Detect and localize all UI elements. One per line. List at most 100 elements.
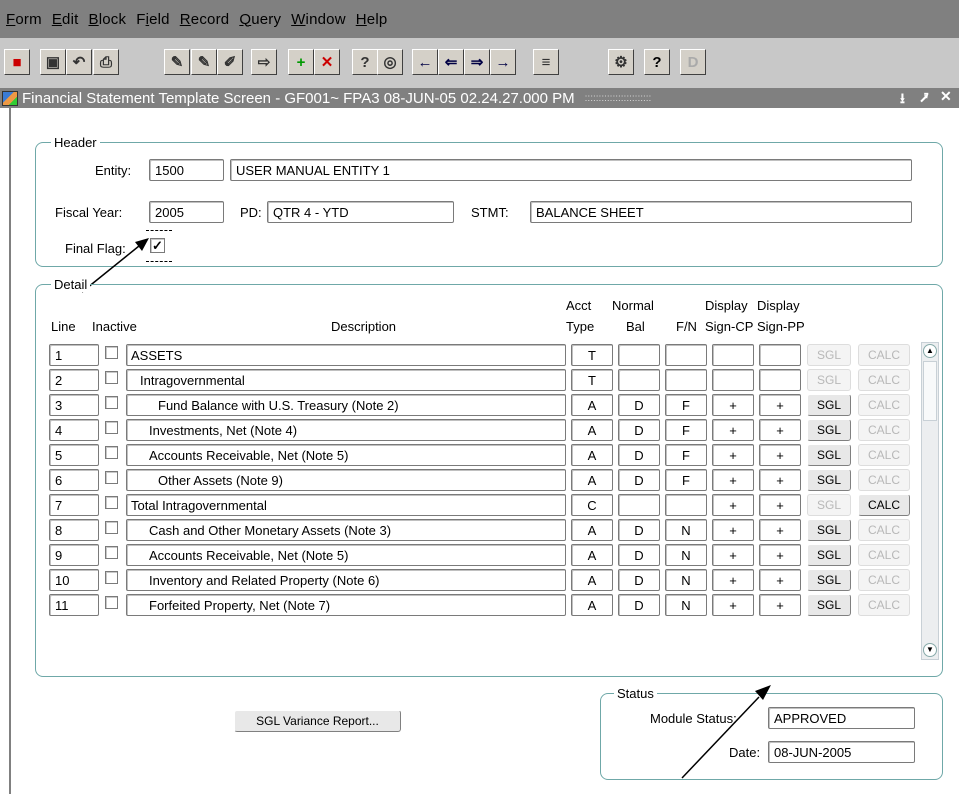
- sgl-button[interactable]: SGL: [807, 444, 851, 466]
- calc-button[interactable]: CALC: [858, 394, 910, 416]
- inactive-checkbox[interactable]: [105, 346, 118, 359]
- line-field[interactable]: 10: [49, 569, 99, 591]
- display-sign-pp-field[interactable]: +: [759, 594, 801, 616]
- pd-field[interactable]: QTR 4 - YTD: [267, 201, 454, 223]
- description-field[interactable]: Accounts Receivable, Net (Note 5): [126, 444, 566, 466]
- calc-button[interactable]: CALC: [858, 469, 910, 491]
- display-sign-cp-field[interactable]: +: [712, 594, 754, 616]
- description-field[interactable]: Accounts Receivable, Net (Note 5): [126, 544, 566, 566]
- fn-field[interactable]: F: [665, 394, 707, 416]
- date-field[interactable]: 08-JUN-2005: [768, 741, 915, 763]
- sgl-button[interactable]: SGL: [807, 519, 851, 541]
- acct-type-field[interactable]: A: [571, 444, 613, 466]
- display-sign-pp-field[interactable]: +: [759, 469, 801, 491]
- description-field[interactable]: Fund Balance with U.S. Treasury (Note 2): [126, 394, 566, 416]
- count-query-icon[interactable]: ◎: [377, 49, 403, 75]
- acct-type-field[interactable]: T: [571, 344, 613, 366]
- fn-field[interactable]: F: [665, 469, 707, 491]
- inactive-checkbox[interactable]: [105, 546, 118, 559]
- calc-button[interactable]: CALC: [858, 594, 910, 616]
- inactive-checkbox[interactable]: [105, 471, 118, 484]
- sgl-button[interactable]: SGL: [807, 544, 851, 566]
- calc-button[interactable]: CALC: [858, 494, 910, 516]
- display-sign-pp-field[interactable]: [759, 344, 801, 366]
- entity-code-field[interactable]: 1500: [149, 159, 224, 181]
- acct-type-field[interactable]: T: [571, 369, 613, 391]
- sgl-button[interactable]: SGL: [807, 419, 851, 441]
- line-field[interactable]: 4: [49, 419, 99, 441]
- description-field[interactable]: Forfeited Property, Net (Note 7): [126, 594, 566, 616]
- fn-field[interactable]: N: [665, 594, 707, 616]
- delete-record-icon[interactable]: ✕: [314, 49, 340, 75]
- list-icon[interactable]: ≡: [533, 49, 559, 75]
- inactive-checkbox[interactable]: [105, 596, 118, 609]
- display-sign-cp-field[interactable]: +: [712, 519, 754, 541]
- description-field[interactable]: Total Intragovernmental: [126, 494, 566, 516]
- description-field[interactable]: ASSETS: [126, 344, 566, 366]
- line-field[interactable]: 9: [49, 544, 99, 566]
- acct-type-field[interactable]: A: [571, 594, 613, 616]
- normal-bal-field[interactable]: [618, 344, 660, 366]
- display-sign-pp-field[interactable]: +: [759, 494, 801, 516]
- fn-field[interactable]: N: [665, 544, 707, 566]
- calc-button[interactable]: CALC: [858, 569, 910, 591]
- inactive-checkbox[interactable]: [105, 421, 118, 434]
- display-sign-cp-field[interactable]: [712, 344, 754, 366]
- normal-bal-field[interactable]: D: [618, 569, 660, 591]
- menu-edit[interactable]: Edit: [52, 11, 79, 28]
- close-icon[interactable]: ✕: [940, 88, 952, 105]
- fn-field[interactable]: [665, 369, 707, 391]
- acct-type-field[interactable]: C: [571, 494, 613, 516]
- display-sign-pp-field[interactable]: +: [759, 444, 801, 466]
- display-sign-cp-field[interactable]: +: [712, 494, 754, 516]
- line-field[interactable]: 5: [49, 444, 99, 466]
- acct-type-field[interactable]: A: [571, 569, 613, 591]
- inactive-checkbox[interactable]: [105, 521, 118, 534]
- normal-bal-field[interactable]: [618, 369, 660, 391]
- inactive-checkbox[interactable]: [105, 446, 118, 459]
- menu-query[interactable]: Query: [239, 11, 281, 28]
- menu-form[interactable]: Form: [6, 11, 42, 28]
- query-icon[interactable]: ?: [352, 49, 378, 75]
- display-sign-cp-field[interactable]: +: [712, 569, 754, 591]
- calc-button[interactable]: CALC: [858, 344, 910, 366]
- display-sign-pp-field[interactable]: +: [759, 544, 801, 566]
- calc-button[interactable]: CALC: [858, 544, 910, 566]
- insert-record-icon[interactable]: +: [288, 49, 314, 75]
- calc-button[interactable]: CALC: [858, 369, 910, 391]
- menu-block[interactable]: Block: [88, 11, 126, 28]
- fn-field[interactable]: F: [665, 444, 707, 466]
- inactive-checkbox[interactable]: [105, 396, 118, 409]
- sgl-button[interactable]: SGL: [807, 469, 851, 491]
- enter-query-icon[interactable]: ⇨: [251, 49, 277, 75]
- fiscal-year-field[interactable]: 2005: [149, 201, 224, 223]
- display-sign-cp-field[interactable]: +: [712, 444, 754, 466]
- display-sign-pp-field[interactable]: [759, 369, 801, 391]
- scroll-thumb[interactable]: [923, 361, 937, 421]
- acct-type-field[interactable]: A: [571, 519, 613, 541]
- calc-button[interactable]: CALC: [858, 519, 910, 541]
- save-icon[interactable]: ▣: [40, 49, 66, 75]
- description-field[interactable]: Other Assets (Note 9): [126, 469, 566, 491]
- inactive-checkbox[interactable]: [105, 571, 118, 584]
- next-record-icon[interactable]: ⇒: [464, 49, 490, 75]
- help-icon[interactable]: ?: [644, 49, 670, 75]
- exit-icon[interactable]: ■: [4, 49, 30, 75]
- menu-window[interactable]: Window: [291, 11, 346, 28]
- first-record-icon[interactable]: ←: [412, 49, 438, 75]
- tools-icon[interactable]: ⚙: [608, 49, 634, 75]
- line-field[interactable]: 7: [49, 494, 99, 516]
- normal-bal-field[interactable]: [618, 494, 660, 516]
- display-sign-pp-field[interactable]: +: [759, 419, 801, 441]
- line-field[interactable]: 2: [49, 369, 99, 391]
- normal-bal-field[interactable]: D: [618, 594, 660, 616]
- fn-field[interactable]: [665, 494, 707, 516]
- display-sign-cp-field[interactable]: +: [712, 469, 754, 491]
- display-sign-pp-field[interactable]: +: [759, 394, 801, 416]
- normal-bal-field[interactable]: D: [618, 419, 660, 441]
- display-sign-pp-field[interactable]: +: [759, 519, 801, 541]
- sgl-variance-report-button[interactable]: SGL Variance Report...: [234, 710, 401, 732]
- acct-type-field[interactable]: A: [571, 544, 613, 566]
- display-sign-pp-field[interactable]: +: [759, 569, 801, 591]
- sgl-button[interactable]: SGL: [807, 594, 851, 616]
